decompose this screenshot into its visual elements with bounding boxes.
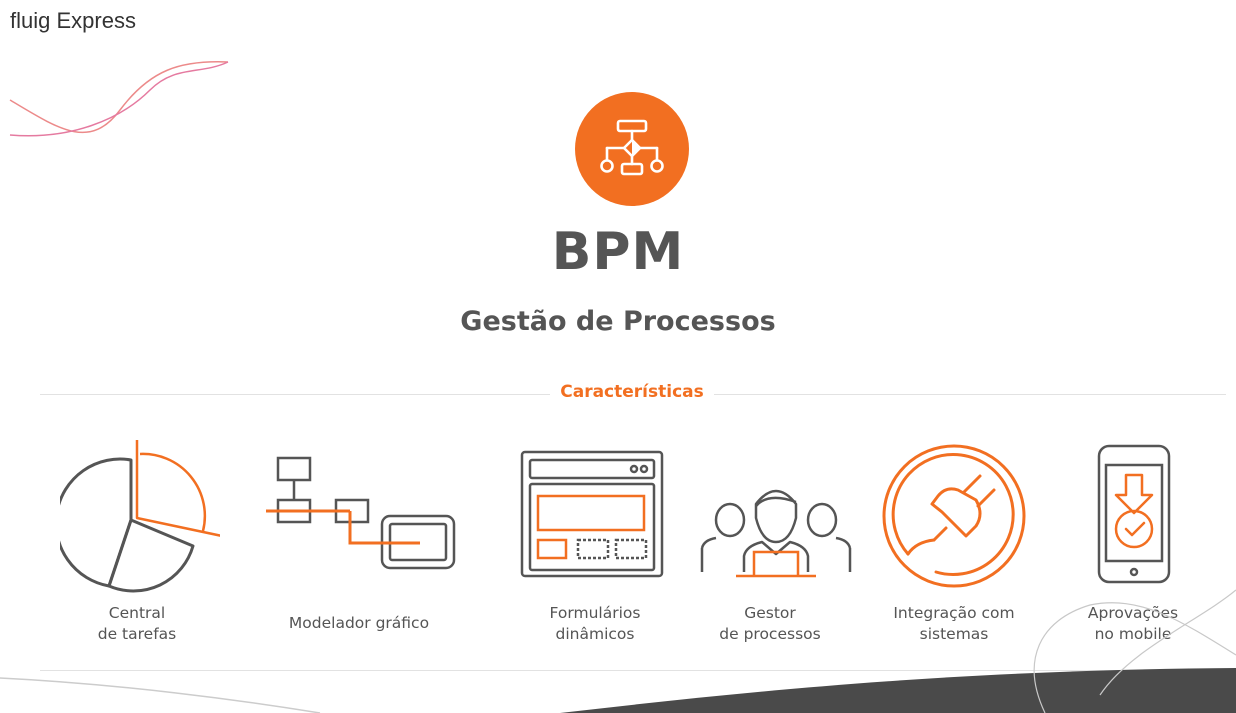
bottom-divider [40, 670, 1226, 671]
process-flow-icon [575, 92, 689, 206]
feature-label-line1: Integração com [893, 604, 1015, 622]
feature-label-line2: de processos [719, 625, 821, 643]
page-subtitle: Gestão de Processos [460, 306, 776, 337]
section-heading: Características [560, 382, 704, 402]
feature-label-line1: Aprovações [1087, 604, 1179, 622]
feature-label-line2: sistemas [919, 625, 989, 643]
feature-integracao: Integração com sistemas [859, 603, 1049, 645]
people-manager-icon [700, 489, 852, 578]
feature-label-line1: Formulários [549, 604, 641, 622]
feature-aprovacoes: Aprovações no mobile [1038, 603, 1228, 645]
feature-label-line2: no mobile [1094, 625, 1172, 643]
mobile-approval-icon [1097, 444, 1171, 584]
pie-chart-icon [60, 440, 220, 593]
process-modeler-icon [266, 456, 456, 570]
feature-label-line1: Modelador gráfico [288, 614, 430, 632]
feature-label-line2: de tarefas [97, 625, 177, 643]
feature-gestor: Gestor de processos [675, 603, 865, 645]
feature-label-line1: Gestor [744, 604, 796, 622]
app-title: fluig Express [10, 8, 136, 33]
feature-modelador: Modelador gráfico [264, 613, 454, 634]
feature-central-tarefas: Central de tarefas [42, 603, 232, 645]
form-icon [520, 450, 664, 578]
plug-icon [882, 444, 1026, 588]
feature-label-line2: dinâmicos [555, 625, 635, 643]
feature-label-line1: Central [108, 604, 166, 622]
page-title: BPM [551, 222, 685, 282]
feature-formularios: Formulários dinâmicos [500, 603, 690, 645]
